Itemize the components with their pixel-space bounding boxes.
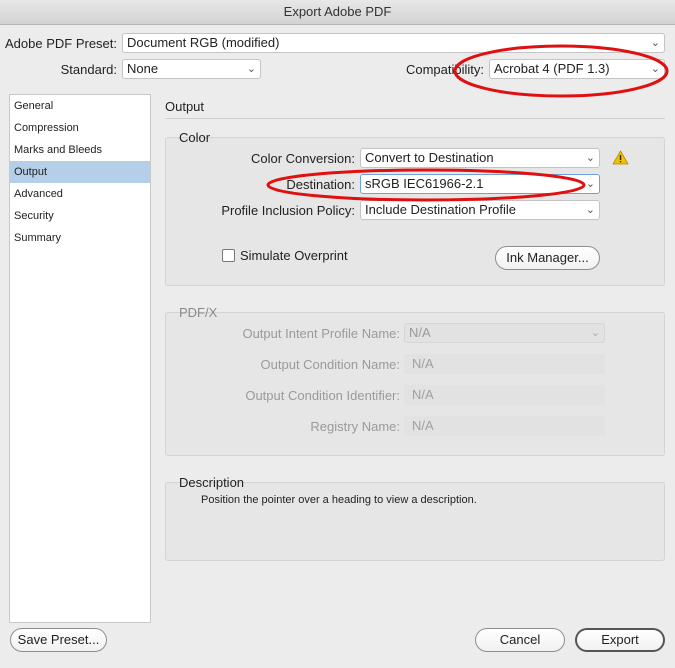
panel-divider	[165, 118, 665, 119]
profile-policy-select[interactable]: Include Destination Profile ⌄	[360, 200, 600, 220]
standard-label: Standard:	[60, 62, 117, 77]
window-title: Export Adobe PDF	[283, 4, 392, 19]
window-title-bar: Export Adobe PDF	[0, 0, 675, 25]
standard-select[interactable]: None ⌄	[122, 59, 261, 79]
profile-policy-label: Profile Inclusion Policy:	[221, 203, 355, 218]
cancel-button[interactable]: Cancel	[475, 628, 565, 652]
output-intent-value: N/A	[409, 325, 431, 340]
output-condition-label: Output Condition Name:	[260, 357, 400, 372]
destination-label: Destination:	[286, 177, 355, 192]
destination-select[interactable]: sRGB IEC61966-2.1 ⌄	[360, 174, 600, 194]
output-intent-select[interactable]: N/A ⌄	[404, 323, 605, 343]
description-text: Position the pointer over a heading to v…	[201, 494, 477, 506]
color-conversion-select[interactable]: Convert to Destination ⌄	[360, 148, 600, 168]
profile-policy-value: Include Destination Profile	[365, 202, 517, 217]
compatibility-label: Compatibility:	[405, 62, 484, 77]
warning-icon	[612, 150, 629, 168]
description-title: Description	[179, 475, 245, 490]
chevron-down-icon: ⌄	[650, 63, 660, 75]
sidebar-item-summary[interactable]: Summary	[10, 227, 150, 249]
chevron-down-icon: ⌄	[246, 63, 256, 75]
color-conversion-label: Color Conversion:	[250, 151, 355, 166]
sidebar-item-advanced[interactable]: Advanced	[10, 183, 150, 205]
output-condition-identifier-label: Output Condition Identifier:	[245, 388, 400, 403]
sidebar-item-output[interactable]: Output	[10, 161, 150, 183]
simulate-overprint-checkbox[interactable]	[222, 249, 235, 262]
sidebar-item-compression[interactable]: Compression	[10, 117, 150, 139]
export-button[interactable]: Export	[575, 628, 665, 652]
registry-name-field[interactable]: N/A	[404, 416, 605, 436]
color-group-title: Color	[179, 130, 211, 145]
sidebar-item-marks-and-bleeds[interactable]: Marks and Bleeds	[10, 139, 150, 161]
sidebar: General Compression Marks and Bleeds Output…	[9, 94, 151, 623]
chevron-down-icon: ⌄	[650, 37, 660, 49]
output-condition-field[interactable]: N/A	[404, 354, 605, 374]
compatibility-value: Acrobat 4 (PDF 1.3)	[494, 61, 610, 76]
pdfx-group-title: PDF/X	[179, 305, 218, 320]
panel-title: Output	[165, 99, 205, 114]
standard-value: None	[127, 61, 159, 76]
compatibility-select[interactable]: Acrobat 4 (PDF 1.3) ⌄	[489, 59, 665, 79]
output-condition-identifier-field[interactable]: N/A	[404, 385, 605, 405]
chevron-down-icon: ⌄	[590, 327, 600, 339]
preset-select[interactable]: Document RGB (modified) ⌄	[122, 33, 665, 53]
sidebar-item-general[interactable]: General	[10, 95, 150, 117]
destination-value: sRGB IEC61966-2.1	[365, 176, 484, 191]
registry-name-label: Registry Name:	[310, 419, 400, 434]
chevron-down-icon: ⌄	[585, 204, 595, 216]
preset-label: Adobe PDF Preset:	[5, 36, 117, 51]
save-preset-button[interactable]: Save Preset...	[10, 628, 107, 652]
ink-manager-button[interactable]: Ink Manager...	[495, 246, 600, 270]
chevron-down-icon: ⌄	[585, 178, 595, 190]
simulate-overprint-label: Simulate Overprint	[240, 248, 348, 263]
color-conversion-value: Convert to Destination	[365, 150, 494, 165]
output-intent-label: Output Intent Profile Name:	[242, 326, 400, 341]
chevron-down-icon: ⌄	[585, 152, 595, 164]
sidebar-item-security[interactable]: Security	[10, 205, 150, 227]
preset-value: Document RGB (modified)	[127, 35, 280, 50]
